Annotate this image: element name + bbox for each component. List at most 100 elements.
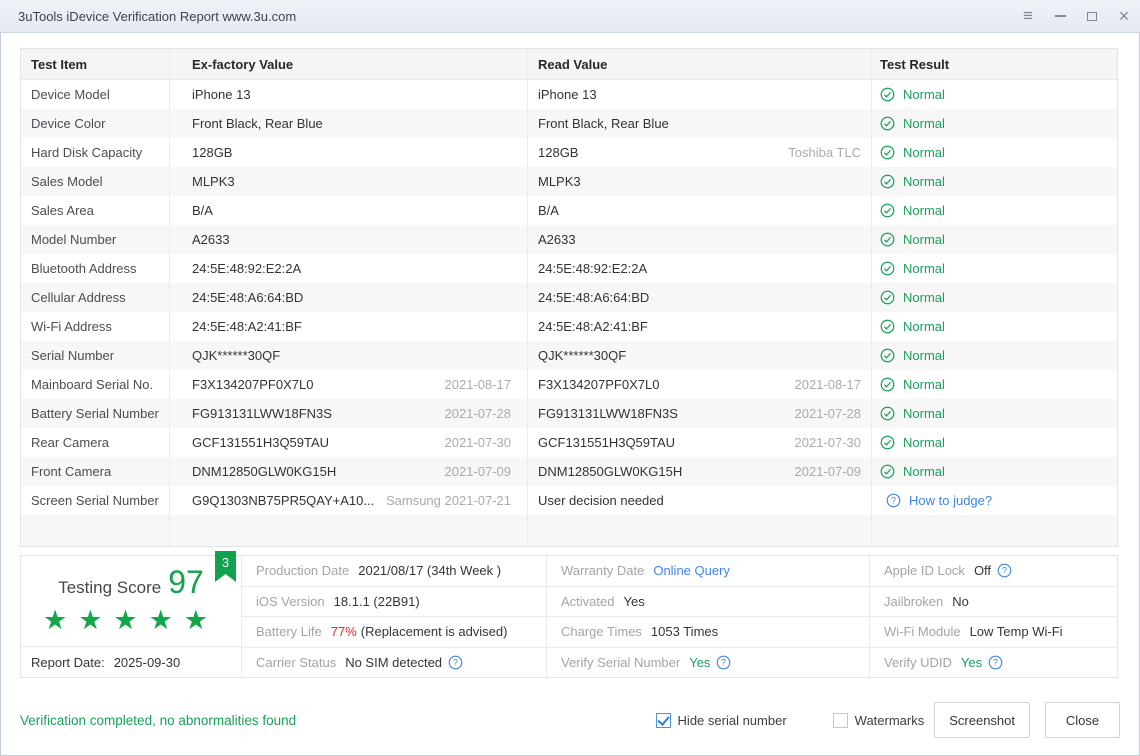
checkbox-icon[interactable] [832, 712, 848, 728]
question-circle-icon[interactable]: ? [988, 655, 1003, 670]
test-result-cell: Normal [871, 312, 1119, 341]
factory-note: 2021-07-30 [444, 435, 512, 450]
info-label: Jailbroken [884, 593, 944, 609]
close-icon[interactable]: × [1108, 0, 1140, 32]
result-normal: Normal [880, 435, 945, 450]
info-cell-production-date: Production Date 2021/08/17 (34th Week ) [242, 556, 546, 586]
test-item-cell: Rear Camera [31, 435, 110, 450]
info-label: Carrier Status [256, 654, 337, 670]
factory-value: 24:5E:48:92:E2:2A [192, 261, 302, 276]
restore-icon[interactable] [1076, 0, 1108, 32]
check-circle-icon [880, 377, 895, 392]
info-label: Production Date [256, 563, 350, 579]
star-rating: ★★★★★ [42, 605, 220, 635]
result-normal: Normal [880, 348, 945, 363]
result-normal: Normal [880, 464, 945, 479]
test-item-cell: Sales Model [31, 174, 103, 189]
read-value: 24:5E:48:A6:64:BD [538, 290, 650, 305]
online-query-link[interactable]: Online Query [653, 563, 730, 578]
result-normal: Normal [880, 377, 945, 392]
info-cell-verify-udid: Verify UDID Yes? [870, 646, 1117, 678]
read-value-cell: User decision needed [527, 486, 871, 515]
check-circle-icon [880, 174, 895, 189]
how-to-judge-link[interactable]: ? How to judge? [880, 493, 992, 508]
info-label: Wi-Fi Module [884, 624, 961, 640]
read-value-cell: FG913131LWW18FN3S 2021-07-28 [527, 399, 871, 428]
ex-factory-value-cell: 24:5E:48:A6:64:BD [169, 283, 527, 312]
read-value: 128GB [538, 145, 579, 160]
info-label: Warranty Date [561, 563, 645, 579]
test-item-cell: Screen Serial Number [31, 493, 159, 508]
question-circle-icon[interactable]: ? [886, 493, 901, 508]
result-normal: Normal [880, 290, 945, 305]
test-result-cell: ? How to judge? [871, 486, 1119, 515]
hide-serial-checkbox[interactable]: Hide serial number [655, 712, 787, 728]
report-date-value: 2025-09-30 [113, 654, 181, 670]
result-normal: Normal [880, 406, 945, 421]
read-value: 24:5E:48:92:E2:2A [538, 261, 648, 276]
info-label: Battery Life [256, 624, 322, 640]
read-note: Toshiba TLC [788, 145, 861, 160]
factory-value: B/A [192, 203, 213, 218]
test-item-cell: Hard Disk Capacity [31, 145, 143, 160]
question-circle-icon[interactable]: ? [448, 655, 463, 670]
info-value: 18.1.1 (22B91) [333, 593, 420, 609]
watermarks-checkbox[interactable]: Watermarks [832, 712, 924, 728]
info-cell-activated: Activated Yes [547, 585, 869, 617]
factory-note: 2021-07-09 [444, 464, 512, 479]
factory-note: 2021-07-28 [444, 406, 512, 421]
info-cell-carrier-status: Carrier Status No SIM detected? [242, 646, 546, 678]
footer-bar: Verification completed, no abnormalities… [20, 702, 1120, 738]
read-value-cell: GCF131551H3Q59TAU 2021-07-30 [527, 428, 871, 457]
read-value: Front Black, Rear Blue [538, 116, 669, 131]
report-date-row: Report Date: 2025-09-30 [21, 646, 241, 677]
question-circle-icon[interactable]: ? [997, 563, 1012, 578]
check-circle-icon [880, 232, 895, 247]
test-result-cell: Normal [871, 399, 1119, 428]
table-row: Device Model iPhone 13 iPhone 13 Normal [21, 80, 1117, 109]
menu-icon[interactable]: ≡ [1012, 0, 1044, 32]
test-result-cell: Normal [871, 283, 1119, 312]
test-item-cell: Mainboard Serial No. [31, 377, 154, 392]
empty-cell [527, 515, 871, 546]
table-row: Wi-Fi Address 24:5E:48:A2:41:BF 24:5E:48:A… [21, 312, 1117, 341]
read-note: 2021-08-17 [794, 377, 862, 392]
summary-panel: 3 Testing Score 97 ★★★★★ Report Date: 20… [20, 551, 1118, 678]
test-result-cell: Normal [871, 167, 1119, 196]
question-circle-icon[interactable]: ? [716, 655, 731, 670]
testing-score-label: Testing Score [58, 578, 162, 597]
window-title: 3uTools iDevice Verification Report www.… [18, 8, 297, 24]
check-circle-icon [880, 87, 895, 102]
column-header-test-item: Test Item [31, 56, 88, 72]
read-value-cell: 24:5E:48:A6:64:BD [527, 283, 871, 312]
factory-value: 24:5E:48:A2:41:BF [192, 319, 302, 334]
checkbox-icon[interactable] [655, 712, 671, 728]
minimize-icon[interactable] [1044, 0, 1076, 32]
test-item-cell: Serial Number [31, 348, 115, 363]
svg-text:?: ? [891, 496, 896, 506]
factory-value: F3X134207PF0X7L0 [192, 377, 314, 392]
report-date-label: Report Date: [31, 654, 105, 670]
empty-cell [21, 515, 169, 546]
svg-text:?: ? [721, 657, 726, 667]
info-label: Activated [561, 593, 615, 609]
screenshot-button[interactable]: Screenshot [934, 702, 1030, 738]
info-cell-verify-serial-number: Verify Serial Number Yes? [547, 646, 869, 678]
window-controls: ≡ × [1012, 0, 1140, 32]
empty-table-row [21, 515, 1117, 546]
info-cell-charge-times: Charge Times 1053 Times [547, 616, 869, 647]
check-circle-icon [880, 290, 895, 305]
table-row: Sales Model MLPK3 MLPK3 Normal [21, 167, 1117, 196]
read-value-cell: 128GB Toshiba TLC [527, 138, 871, 167]
result-normal: Normal [880, 87, 945, 102]
close-button[interactable]: Close [1045, 702, 1120, 738]
info-cell-ios-version: iOS Version 18.1.1 (22B91) [242, 585, 546, 617]
read-value-cell: F3X134207PF0X7L0 2021-08-17 [527, 370, 871, 399]
titlebar: 3uTools iDevice Verification Report www.… [0, 0, 1140, 33]
test-result-cell: Normal [871, 109, 1119, 138]
result-normal: Normal [880, 319, 945, 334]
info-column-production: Production Date 2021/08/17 (34th Week ) iO… [241, 556, 546, 677]
test-result-cell: Normal [871, 457, 1119, 486]
test-result-cell: Normal [871, 341, 1119, 370]
read-value: F3X134207PF0X7L0 [538, 377, 660, 392]
